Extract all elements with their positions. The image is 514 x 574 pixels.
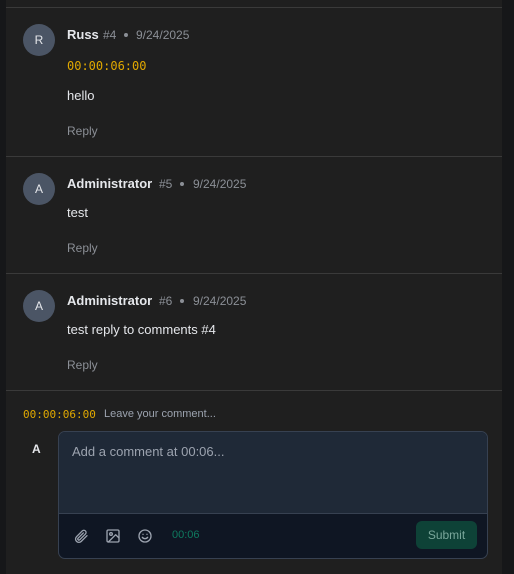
comment-text: test reply to comments #4 xyxy=(67,322,216,337)
reply-button[interactable]: Reply xyxy=(67,124,98,138)
comment-number: #4 xyxy=(103,28,117,42)
comment-number: #6 xyxy=(159,294,173,308)
composer-avatar: A xyxy=(32,442,41,456)
comment-author: Russ xyxy=(67,27,99,42)
composer-hint: Leave your comment... xyxy=(104,408,216,420)
divider xyxy=(6,273,502,274)
composer-timestamp: 00:00:06:00 xyxy=(23,408,96,421)
emoji-icon[interactable] xyxy=(135,526,155,546)
comment-author: Administrator xyxy=(67,176,153,191)
time-chip[interactable]: 00:06 xyxy=(172,529,200,541)
meta-separator xyxy=(180,299,184,303)
meta-separator xyxy=(124,33,128,37)
comment-author: Administrator xyxy=(67,293,153,308)
comment-timestamp[interactable]: 00:00:06:00 xyxy=(67,59,146,73)
comment-date: 9/24/2025 xyxy=(193,294,247,308)
reply-button[interactable]: Reply xyxy=(67,241,98,255)
meta-separator xyxy=(180,182,184,186)
comment-number: #5 xyxy=(159,177,173,191)
comment-date: 9/24/2025 xyxy=(136,28,190,42)
comment-input-placeholder: Add a comment at 00:06... xyxy=(72,444,225,459)
comment-text: hello xyxy=(67,88,95,103)
avatar: A xyxy=(23,173,55,205)
comments-panel: R Russ #4 9/24/2025 00:00:06:00 hello Re… xyxy=(6,0,502,574)
submit-button[interactable]: Submit xyxy=(416,521,477,549)
divider xyxy=(6,390,502,391)
avatar: R xyxy=(23,24,55,56)
avatar: A xyxy=(23,290,55,322)
comment-text: test xyxy=(67,205,88,220)
divider xyxy=(6,156,502,157)
divider xyxy=(6,7,502,8)
image-icon[interactable] xyxy=(103,526,123,546)
comment-input[interactable]: Add a comment at 00:06... xyxy=(59,432,487,514)
comment-date: 9/24/2025 xyxy=(193,177,247,191)
paperclip-icon[interactable] xyxy=(71,526,91,546)
comment-editor: Add a comment at 00:06... 00:06 Submit xyxy=(58,431,488,559)
reply-button[interactable]: Reply xyxy=(67,358,98,372)
